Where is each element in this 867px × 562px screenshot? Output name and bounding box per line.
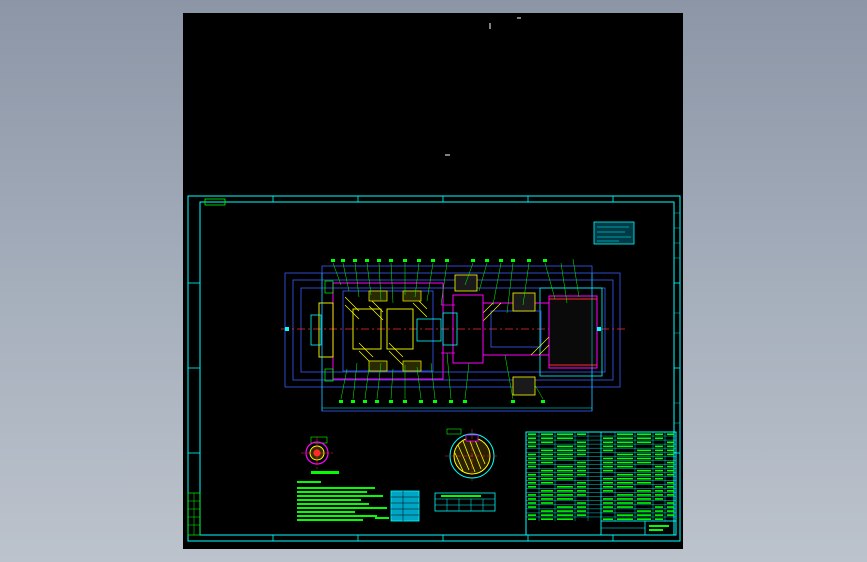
sheet-outer-border bbox=[187, 195, 681, 542]
characteristics-table bbox=[390, 490, 420, 522]
right-edge-ticks bbox=[674, 212, 680, 424]
frame-zone-ticks bbox=[188, 196, 680, 541]
main-assembly-view bbox=[281, 258, 625, 412]
section-detail-center bbox=[445, 428, 499, 483]
cad-drawing-canvas bbox=[187, 17, 681, 542]
bill-of-materials bbox=[525, 431, 677, 536]
tech-data-table bbox=[434, 492, 496, 512]
technical-requirements-text bbox=[297, 481, 389, 521]
cad-drawing-viewport[interactable] bbox=[183, 13, 683, 549]
sheet-inner-frame bbox=[199, 201, 675, 536]
section-detail-left bbox=[301, 436, 339, 474]
left-edge-table-lines bbox=[188, 493, 200, 535]
